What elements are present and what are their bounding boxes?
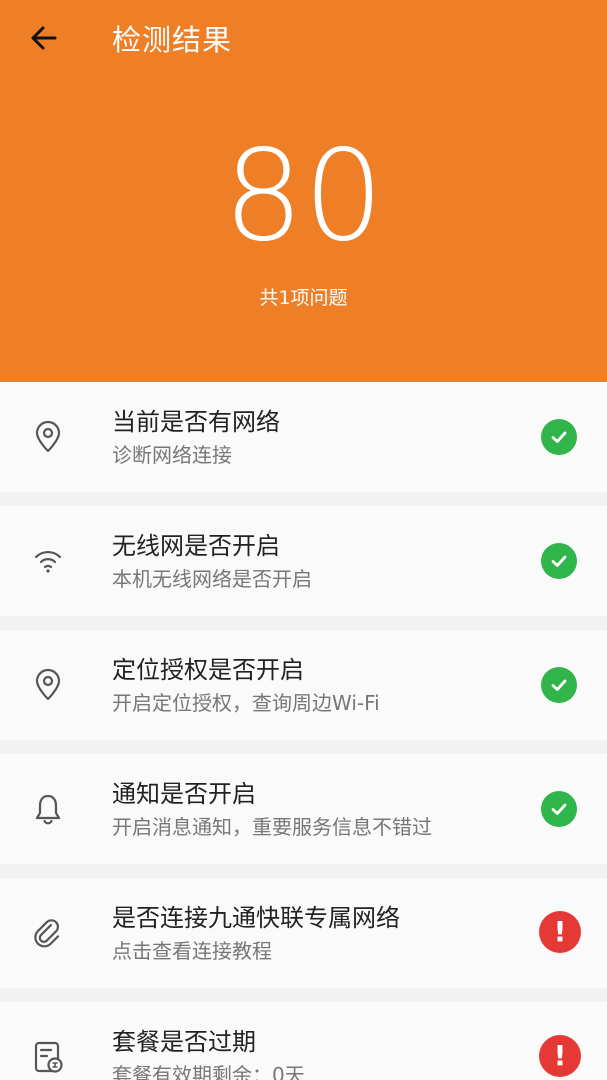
check-item-subtitle: 开启定位授权，查询周边Wi-Fi	[112, 691, 380, 715]
score-value: 80	[223, 122, 384, 269]
check-icon	[551, 431, 567, 443]
check-item-subtitle: 诊断网络连接	[112, 443, 232, 467]
status-error-badge: !	[539, 911, 581, 953]
status-ok-badge	[541, 419, 577, 455]
back-arrow-icon	[31, 26, 57, 50]
check-icon	[551, 803, 567, 815]
exclamation-icon: !	[553, 1039, 567, 1072]
check-item-subtitle: 点击查看连接教程	[112, 939, 272, 963]
location-pin-icon	[28, 665, 68, 705]
check-item-title: 无线网是否开启	[112, 532, 280, 560]
exclamation-icon: !	[553, 915, 567, 948]
status-ok-badge	[541, 543, 577, 579]
check-item-location[interactable]: 定位授权是否开启 开启定位授权，查询周边Wi-Fi	[0, 630, 607, 740]
check-list: 当前是否有网络 诊断网络连接 无线网是否开启 本机无线网络是否开启 定位授权是否…	[0, 382, 607, 1080]
result-header: 检测结果 80 共1项问题	[0, 0, 607, 382]
check-item-subtitle: 本机无线网络是否开启	[112, 567, 312, 591]
status-ok-badge	[541, 667, 577, 703]
check-item-title: 定位授权是否开启	[112, 656, 304, 684]
paperclip-icon	[28, 913, 68, 953]
status-ok-badge	[541, 791, 577, 827]
back-button[interactable]	[26, 20, 62, 56]
check-item-plan-expiry[interactable]: 套餐是否过期 套餐有效期剩余：0天 !	[0, 1002, 607, 1080]
wifi-icon	[28, 541, 68, 581]
check-icon	[551, 555, 567, 567]
check-item-network[interactable]: 当前是否有网络 诊断网络连接	[0, 382, 607, 492]
check-item-subtitle: 开启消息通知，重要服务信息不错过	[112, 815, 432, 839]
location-pin-icon	[28, 417, 68, 457]
check-item-title: 是否连接九通快联专属网络	[112, 904, 400, 932]
check-item-dedicated-network[interactable]: 是否连接九通快联专属网络 点击查看连接教程 !	[0, 878, 607, 988]
issue-summary: 共1项问题	[259, 287, 348, 309]
bell-icon	[28, 789, 68, 829]
check-item-title: 通知是否开启	[112, 780, 256, 808]
check-item-title: 套餐是否过期	[112, 1028, 256, 1056]
check-item-subtitle: 套餐有效期剩余：0天	[112, 1063, 305, 1080]
check-icon	[551, 679, 567, 691]
page-title: 检测结果	[112, 23, 233, 57]
status-error-badge: !	[539, 1035, 581, 1077]
check-item-title: 当前是否有网络	[112, 408, 280, 436]
check-item-notification[interactable]: 通知是否开启 开启消息通知，重要服务信息不错过	[0, 754, 607, 864]
check-item-wifi[interactable]: 无线网是否开启 本机无线网络是否开启	[0, 506, 607, 616]
plan-card-icon	[28, 1037, 68, 1077]
